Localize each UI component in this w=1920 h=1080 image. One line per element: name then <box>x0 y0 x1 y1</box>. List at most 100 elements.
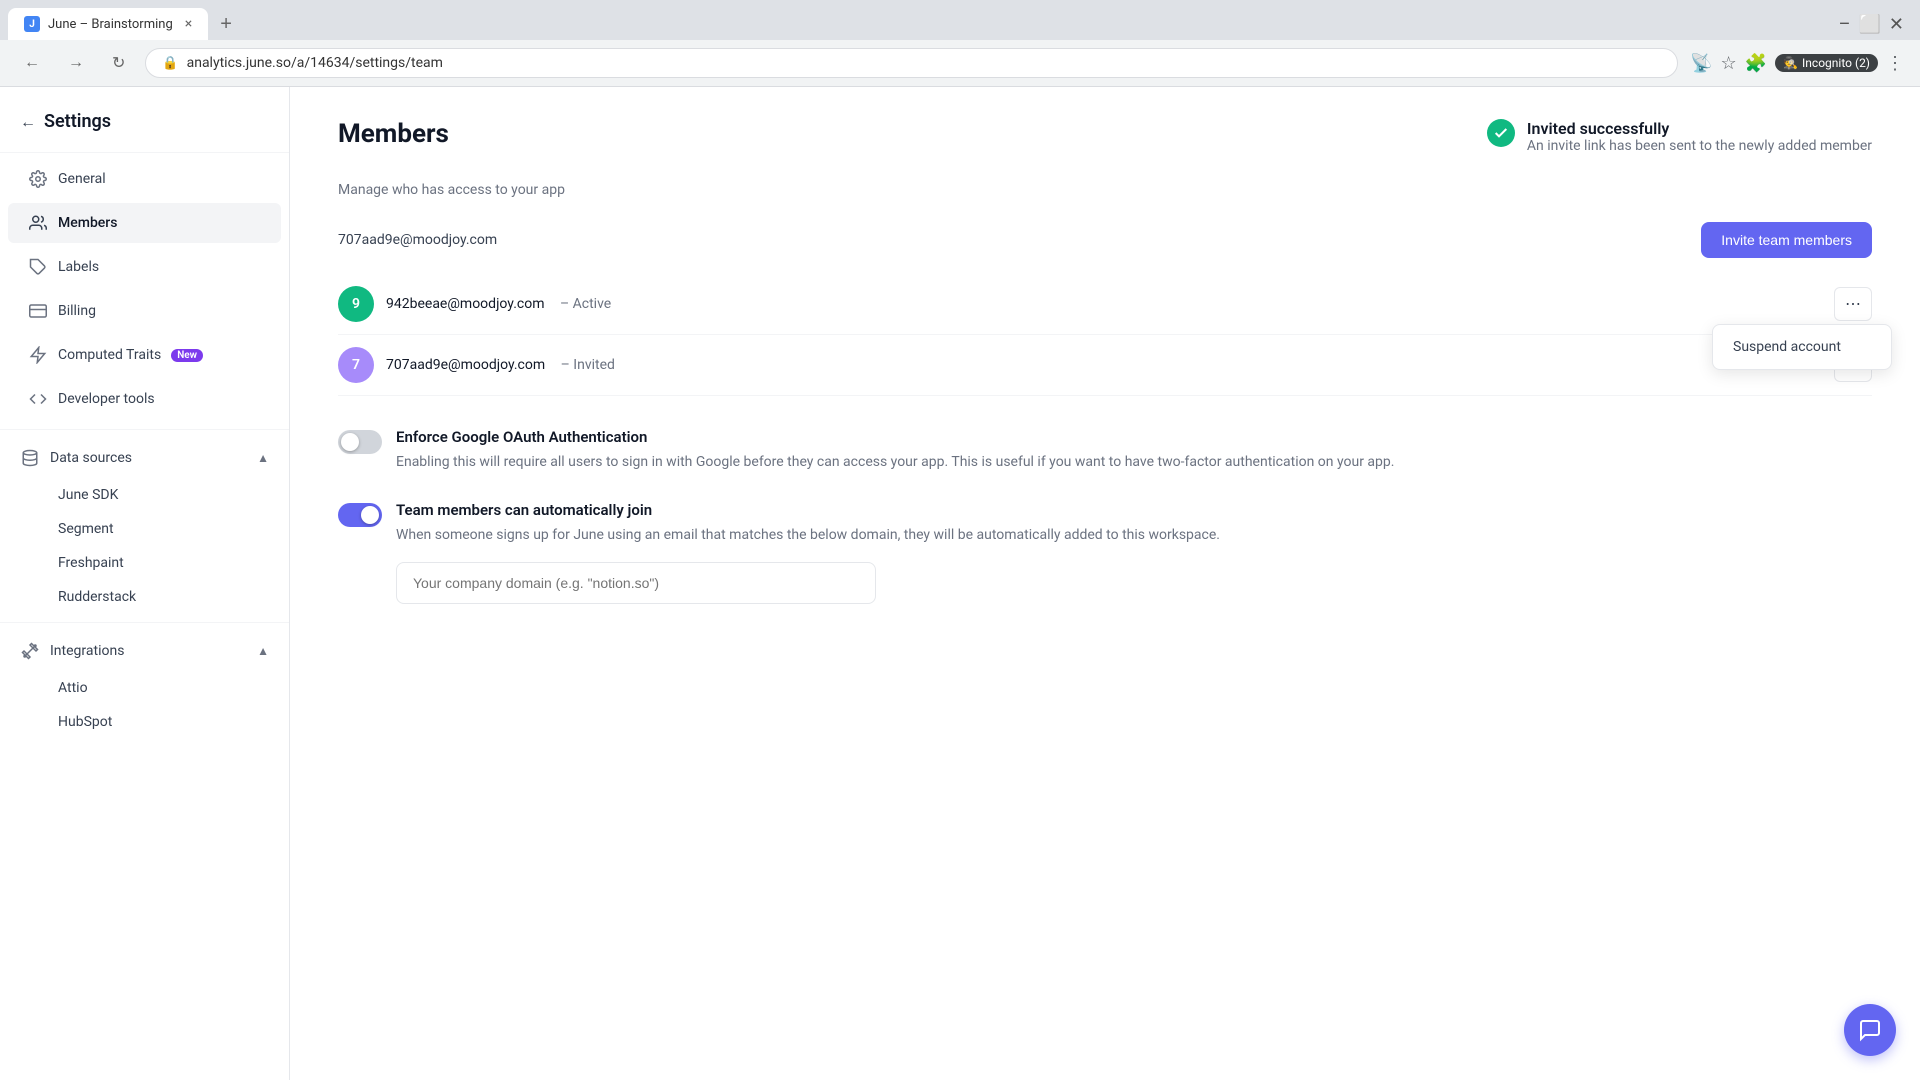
sparkle-icon <box>28 345 48 365</box>
chat-button[interactable] <box>1844 1004 1896 1056</box>
toggle-section: Enforce Google OAuth Authentication Enab… <box>338 428 1872 604</box>
toggle-row-auto-join: Team members can automatically join When… <box>338 501 1872 604</box>
users-icon <box>28 213 48 233</box>
nav-bar: ← → ↻ 🔒 analytics.june.so/a/14634/settin… <box>0 40 1920 86</box>
sidebar-item-label-general: General <box>58 171 106 187</box>
sidebar-divider-2 <box>0 429 289 430</box>
toggle-auto-join[interactable] <box>338 503 382 527</box>
sidebar-header: ← Settings <box>0 103 289 148</box>
window-close[interactable]: ✕ <box>1889 14 1904 35</box>
members-toolbar: 707aad9e@moodjoy.com Invite team members <box>338 222 1872 258</box>
sidebar-divider <box>0 152 289 153</box>
toggle-content-auto-join: Team members can automatically join When… <box>396 501 1220 604</box>
cast-icon[interactable]: 📡 <box>1690 53 1712 74</box>
sidebar-group-label-data-sources: Data sources <box>50 450 132 466</box>
domain-input-wrap <box>396 562 1220 604</box>
member-actions-1: ⋯ <box>1834 287 1872 321</box>
sidebar-item-label-dev-tools: Developer tools <box>58 391 155 407</box>
browser-chrome: J June – Brainstorming × + – ⬜ ✕ ← → ↻ 🔒… <box>0 0 1920 87</box>
nav-back-btn[interactable]: ← <box>16 50 48 76</box>
page-title: Members <box>338 119 449 149</box>
lock-icon: 🔒 <box>162 56 178 71</box>
success-message: An invite link has been sent to the newl… <box>1527 138 1872 154</box>
success-title: Invited successfully <box>1527 119 1872 138</box>
tab-title: June – Brainstorming <box>48 17 173 32</box>
window-minimize[interactable]: – <box>1839 14 1851 35</box>
address-text: analytics.june.so/a/14634/settings/team <box>187 55 443 71</box>
domain-input[interactable] <box>396 562 876 604</box>
sidebar-group-label-integrations: Integrations <box>50 643 124 659</box>
active-tab[interactable]: J June – Brainstorming × <box>8 8 208 40</box>
sidebar-item-computed-traits[interactable]: Computed Traits New <box>8 335 281 375</box>
new-tab-btn[interactable]: + <box>212 9 240 40</box>
window-maximize[interactable]: ⬜ <box>1858 14 1880 35</box>
success-text: Invited successfully An invite link has … <box>1527 119 1872 154</box>
toggle-knob-oauth <box>341 433 359 451</box>
header-row: Members Invited successfully An invite l… <box>338 119 1872 174</box>
sidebar-item-label-labels: Labels <box>58 259 99 275</box>
address-bar[interactable]: 🔒 analytics.june.so/a/14634/settings/tea… <box>145 48 1678 78</box>
toggle-row-oauth: Enforce Google OAuth Authentication Enab… <box>338 428 1872 473</box>
context-menu: Suspend account <box>1712 324 1892 370</box>
sidebar-sub-item-attio[interactable]: Attio <box>8 672 281 704</box>
credit-card-icon <box>28 301 48 321</box>
toggle-content-oauth: Enforce Google OAuth Authentication Enab… <box>396 428 1394 473</box>
chevron-down-icon-integrations: ▲ <box>257 644 269 658</box>
member-email-active: 942beeae@moodjoy.com <box>386 296 544 312</box>
sidebar-group-data-sources[interactable]: Data sources ▲ <box>0 438 289 478</box>
menu-icon[interactable]: ⋮ <box>1886 53 1904 74</box>
sidebar-item-label-computed-traits: Computed Traits <box>58 347 161 363</box>
database-icon <box>20 448 40 468</box>
app-container: ← Settings General Members <box>0 87 1920 1080</box>
sidebar-sub-item-rudderstack[interactable]: Rudderstack <box>8 581 281 613</box>
code-icon <box>28 389 48 409</box>
chevron-down-icon: ▲ <box>257 451 269 465</box>
sidebar-group-integrations[interactable]: Integrations ▲ <box>0 631 289 671</box>
sidebar-sub-item-freshpaint[interactable]: Freshpaint <box>8 547 281 579</box>
tab-close-btn[interactable]: × <box>185 16 192 32</box>
page-subtitle: Manage who has access to your app <box>338 182 1872 198</box>
new-badge: New <box>171 349 203 362</box>
extensions-icon[interactable]: 🧩 <box>1745 53 1767 74</box>
member-row-invited: 7 707aad9e@moodjoy.com – Invited ⋯ <box>338 335 1872 396</box>
nav-refresh-btn[interactable]: ↻ <box>104 49 133 77</box>
sidebar-item-labels[interactable]: Labels <box>8 247 281 287</box>
member-avatar-9: 9 <box>338 286 374 322</box>
bookmark-icon[interactable]: ☆ <box>1721 53 1737 74</box>
sidebar-item-members[interactable]: Members <box>8 203 281 243</box>
toggle-description-oauth: Enabling this will require all users to … <box>396 452 1394 473</box>
page-header: Members <box>338 119 449 149</box>
member-row-active: 9 942beeae@moodjoy.com – Active ⋯ Suspen… <box>338 274 1872 335</box>
sidebar-item-label-members: Members <box>58 215 117 231</box>
tag-icon <box>28 257 48 277</box>
invite-team-members-btn[interactable]: Invite team members <box>1701 222 1872 258</box>
sidebar-back-btn[interactable]: ← <box>20 112 36 132</box>
success-toast: Invited successfully An invite link has … <box>1487 119 1872 154</box>
nav-actions: 📡 ☆ 🧩 🕵️ Incognito (2) ⋮ <box>1690 53 1904 74</box>
sidebar-sub-item-june-sdk[interactable]: June SDK <box>8 479 281 511</box>
incognito-badge: 🕵️ Incognito (2) <box>1775 54 1878 72</box>
main-content: Members Invited successfully An invite l… <box>290 87 1920 1080</box>
toggle-description-auto-join: When someone signs up for June using an … <box>396 525 1220 546</box>
sidebar-item-developer-tools[interactable]: Developer tools <box>8 379 281 419</box>
toggle-title-auto-join: Team members can automatically join <box>396 501 1220 519</box>
member-status-invited: – Invited <box>557 357 615 373</box>
toggle-knob-auto-join <box>361 506 379 524</box>
sidebar-sub-item-segment[interactable]: Segment <box>8 513 281 545</box>
sidebar-item-billing[interactable]: Billing <box>8 291 281 331</box>
tab-bar: J June – Brainstorming × + – ⬜ ✕ <box>0 0 1920 40</box>
member-menu-btn-1[interactable]: ⋯ <box>1834 287 1872 321</box>
sidebar-item-general[interactable]: General <box>8 159 281 199</box>
gear-icon <box>28 169 48 189</box>
nav-forward-btn[interactable]: → <box>60 50 92 76</box>
context-menu-item-suspend[interactable]: Suspend account <box>1717 329 1887 365</box>
sidebar-title: Settings <box>44 111 111 132</box>
toggle-oauth[interactable] <box>338 430 382 454</box>
sidebar-divider-3 <box>0 622 289 623</box>
tab-favicon: J <box>24 16 40 32</box>
sidebar-sub-item-hubspot[interactable]: HubSpot <box>8 706 281 738</box>
sidebar: ← Settings General Members <box>0 87 290 1080</box>
member-status-active: – Active <box>556 296 611 312</box>
success-icon <box>1487 119 1515 147</box>
sidebar-item-label-billing: Billing <box>58 303 96 319</box>
